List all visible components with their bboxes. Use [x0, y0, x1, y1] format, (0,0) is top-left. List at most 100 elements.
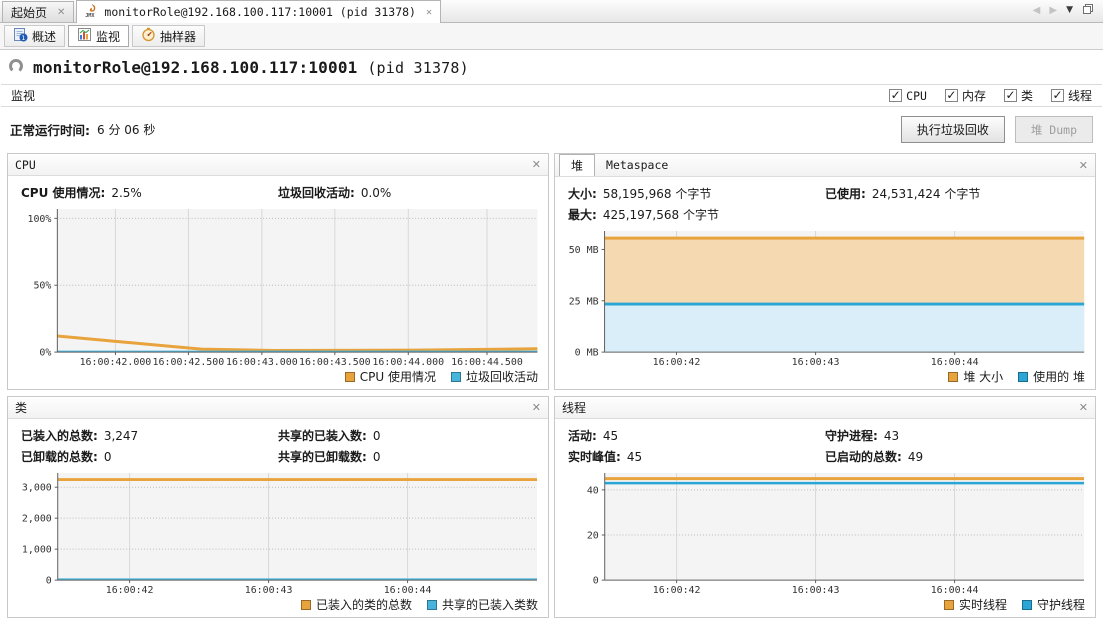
metric-checkboxes: ✓ CPU ✓ 内存 ✓ 类 ✓ 线程 [889, 87, 1092, 104]
tab-heap[interactable]: 堆 [559, 154, 596, 176]
legend-item: 垃圾回收活动 [450, 368, 538, 385]
maximize-icon[interactable] [1082, 3, 1094, 18]
tab-label: 起始页 [11, 5, 48, 20]
close-icon[interactable]: ✕ [532, 401, 541, 414]
legend-swatch-icon [344, 371, 355, 382]
tab-sampler[interactable]: 抽样器 [132, 25, 206, 47]
svg-text:16:00:42.500: 16:00:42.500 [153, 357, 225, 368]
legend-item: 守护线程 [1021, 596, 1085, 613]
checkbox-icon: ✓ [1050, 87, 1064, 102]
heap-panel-header: 堆 Metaspace ✕ [555, 154, 1095, 177]
cpu-panel-header: CPU ✕ [8, 154, 548, 176]
legend-item: CPU 使用情况 [344, 368, 436, 385]
uptime-label: 正常运行时间: [10, 123, 90, 138]
classes-panel: 类 ✕ 已装入的总数: 3,247 已卸载的总数: 0 共享的已装入数: 0 共享的已… [7, 396, 549, 618]
threads-panel: 线程 ✕ 活动: 45 实时峰值: 45 守护进程: 43 已启动的总数: 49 0 20… [554, 396, 1096, 618]
legend-swatch-icon [1021, 599, 1032, 610]
svg-text:16:00:43.000: 16:00:43.000 [226, 357, 298, 368]
svg-text:20: 20 [587, 530, 599, 541]
checkbox-cpu[interactable]: ✓ CPU [889, 89, 927, 103]
threads-chart: 0 20 40 16:00:42 16:00:43 16:00:44 [555, 465, 1095, 596]
svg-text:0%: 0% [39, 348, 51, 359]
svg-text:16:00:44.000: 16:00:44.000 [372, 357, 444, 368]
svg-text:50%: 50% [33, 281, 51, 292]
threads-panel-header: 线程 ✕ [555, 397, 1095, 419]
heap-panel: 堆 Metaspace ✕ 大小: 58,195,968 个字节 最大: 425,1… [554, 153, 1096, 390]
stat-line: 守护进程: 43 [825, 429, 900, 443]
view-toolbar: 1 概述 监视 抽样器 [0, 23, 1103, 50]
spinner-icon [8, 58, 24, 77]
section-label: 监视 [11, 89, 36, 103]
svg-text:16:00:42.000: 16:00:42.000 [80, 357, 152, 368]
tab-metaspace[interactable]: Metaspace [595, 154, 679, 176]
panels-grid: CPU ✕ CPU 使用情况: 2.5% 垃圾回收活动: 0.0% 0% 50% 100… [0, 153, 1103, 623]
legend-swatch-icon [450, 371, 461, 382]
action-buttons: 执行垃圾回收 堆 Dump [900, 116, 1093, 143]
svg-text:16:00:44: 16:00:44 [384, 585, 432, 596]
svg-text:0 MB: 0 MB [575, 348, 599, 359]
checkbox-icon: ✓ [889, 87, 903, 102]
checkbox-classes[interactable]: ✓ 类 [1003, 87, 1033, 104]
classes-chart-legend: 已装入的类的总数 共享的已装入类数 [8, 596, 548, 617]
svg-text:50 MB: 50 MB [569, 245, 599, 256]
stat-line: 垃圾回收活动: 0.0% [278, 186, 392, 200]
stat-line: 已使用: 24,531,424 个字节 [825, 187, 981, 201]
stat-line: 已卸载的总数: 0 [21, 450, 112, 464]
svg-text:16:00:44: 16:00:44 [931, 357, 979, 368]
tabbar-controls: ◀ ▶ ▼ [1033, 3, 1103, 22]
back-icon[interactable]: ◀ [1033, 5, 1041, 16]
page-header: monitorRole@192.168.100.117:10001 (pid 3… [0, 50, 1103, 82]
uptime-value: 6 分 06 秒 [97, 123, 156, 137]
svg-text:25 MB: 25 MB [569, 296, 599, 307]
perform-gc-button[interactable]: 执行垃圾回收 [900, 116, 1005, 143]
panel-title: CPU [15, 157, 36, 172]
jmx-icon: JMX [85, 3, 99, 21]
svg-text:40: 40 [587, 485, 599, 496]
svg-text:16:00:43.500: 16:00:43.500 [299, 357, 371, 368]
legend-swatch-icon [300, 599, 311, 610]
svg-text:16:00:42: 16:00:42 [653, 357, 701, 368]
document-tabbar: 起始页 ✕ JMX monitorRole@192.168.100.117:10… [0, 0, 1103, 23]
forward-icon[interactable]: ▶ [1049, 5, 1057, 16]
cpu-panel: CPU ✕ CPU 使用情况: 2.5% 垃圾回收活动: 0.0% 0% 50% 100… [7, 153, 549, 390]
stat-line: 已启动的总数: 49 [825, 450, 924, 464]
tab-label: 监视 [96, 29, 121, 44]
tab-start-page[interactable]: 起始页 ✕ [2, 1, 75, 22]
tab-label: monitorRole@192.168.100.117:10001 (pid 3… [104, 5, 416, 19]
close-icon[interactable]: ✕ [426, 7, 432, 18]
tab-monitor[interactable]: 监视 [68, 25, 130, 47]
threads-stats: 活动: 45 实时峰值: 45 守护进程: 43 已启动的总数: 49 [555, 419, 1095, 465]
close-icon[interactable]: ✕ [1079, 159, 1088, 172]
checkbox-memory[interactable]: ✓ 内存 [944, 87, 986, 104]
stat-line: CPU 使用情况: 2.5% [21, 186, 142, 200]
legend-item: 使用的 堆 [1018, 368, 1085, 385]
svg-text:100%: 100% [27, 214, 51, 225]
legend-swatch-icon [426, 599, 437, 610]
svg-text:16:00:44: 16:00:44 [931, 585, 979, 596]
svg-text:16:00:43: 16:00:43 [792, 585, 840, 596]
legend-swatch-icon [948, 371, 959, 382]
tab-monitor-role[interactable]: JMX monitorRole@192.168.100.117:10001 (p… [76, 0, 441, 23]
cpu-stats: CPU 使用情况: 2.5% 垃圾回收活动: 0.0% [8, 176, 548, 201]
stat-line: 共享的已装入数: 0 [278, 429, 381, 443]
close-icon[interactable]: ✕ [532, 158, 541, 171]
legend-swatch-icon [943, 599, 954, 610]
checkbox-threads[interactable]: ✓ 线程 [1050, 87, 1092, 104]
stat-line: 实时峰值: 45 [568, 450, 643, 464]
checkbox-icon: ✓ [1003, 87, 1017, 102]
page-title: monitorRole@192.168.100.117:10001 (pid 3… [33, 58, 469, 77]
legend-item: 实时线程 [943, 596, 1007, 613]
legend-item: 共享的已装入类数 [426, 596, 538, 613]
legend-item: 已装入的类的总数 [300, 596, 412, 613]
stat-line: 已装入的总数: 3,247 [21, 429, 139, 443]
uptime-row: 正常运行时间: 6 分 06 秒 执行垃圾回收 堆 Dump [0, 107, 1103, 153]
svg-text:0: 0 [593, 576, 599, 587]
svg-text:JMX: JMX [86, 13, 96, 18]
tab-label: 概述 [32, 29, 57, 44]
tab-list-dropdown-icon[interactable]: ▼ [1066, 6, 1073, 15]
sampler-icon [141, 27, 156, 45]
close-icon[interactable]: ✕ [1079, 401, 1088, 414]
tab-overview[interactable]: 1 概述 [4, 25, 66, 47]
close-icon[interactable]: ✕ [57, 7, 65, 18]
svg-text:2,000: 2,000 [22, 514, 52, 525]
